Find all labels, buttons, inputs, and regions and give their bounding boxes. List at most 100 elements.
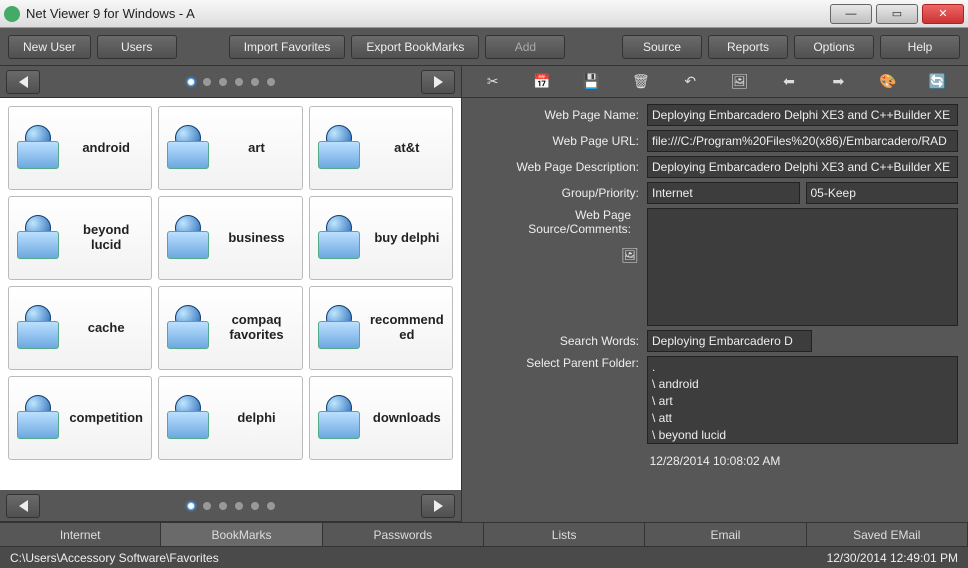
- tab-bookmarks[interactable]: BookMarks: [161, 523, 322, 546]
- folder-globe-icon: [165, 303, 211, 353]
- page-prev-bottom[interactable]: [6, 494, 40, 518]
- app-icon: [4, 6, 20, 22]
- folder-globe-icon: [15, 393, 61, 443]
- parent-folder-item[interactable]: .: [652, 359, 953, 376]
- bookmark-label: business: [217, 231, 295, 246]
- parent-folder-list[interactable]: .\ android\ art\ att\ beyond lucid: [647, 356, 958, 444]
- label-desc: Web Page Description:: [472, 160, 647, 174]
- image-insert-icon[interactable]: 🖼: [621, 246, 639, 264]
- parent-folder-item[interactable]: \ art: [652, 393, 953, 410]
- pager-dot[interactable]: [235, 78, 243, 86]
- source-button[interactable]: Source: [622, 35, 702, 59]
- save-icon[interactable]: 💾: [582, 73, 600, 91]
- bookmark-card[interactable]: competition: [8, 376, 152, 460]
- label-group: Group/Priority:: [472, 186, 647, 200]
- bookmark-label: beyond lucid: [67, 223, 145, 253]
- calendar-icon[interactable]: 📅: [533, 73, 551, 91]
- action-iconbar: ✂ 📅 💾 🗑 ↶ 🖼 ⬅ ➡ 🎨 🔄: [462, 66, 968, 98]
- name-input[interactable]: [647, 104, 958, 126]
- pager-dot[interactable]: [267, 502, 275, 510]
- tab-email[interactable]: Email: [645, 523, 806, 546]
- bookmark-label: compaq favorites: [217, 313, 295, 343]
- new-user-button[interactable]: New User: [8, 35, 91, 59]
- bookmark-card[interactable]: art: [158, 106, 302, 190]
- pager-dot[interactable]: [235, 502, 243, 510]
- bookmark-card[interactable]: android: [8, 106, 152, 190]
- parent-folder-item[interactable]: \ att: [652, 410, 953, 427]
- pager-dot[interactable]: [251, 502, 259, 510]
- parent-folder-item[interactable]: \ android: [652, 376, 953, 393]
- export-bookmarks-button[interactable]: Export BookMarks: [351, 35, 479, 59]
- image-icon[interactable]: 🖼: [731, 73, 749, 91]
- pager-dot[interactable]: [251, 78, 259, 86]
- import-favorites-button[interactable]: Import Favorites: [229, 35, 346, 59]
- reports-button[interactable]: Reports: [708, 35, 788, 59]
- desc-input[interactable]: [647, 156, 958, 178]
- status-path: C:\Users\Accessory Software\Favorites: [10, 551, 219, 565]
- bookmark-card[interactable]: downloads: [309, 376, 453, 460]
- label-source: Web Page Source/Comments:: [472, 208, 639, 236]
- tab-saved-email[interactable]: Saved EMail: [807, 523, 968, 546]
- folder-globe-icon: [165, 213, 211, 263]
- status-bar: C:\Users\Accessory Software\Favorites 12…: [0, 546, 968, 568]
- tab-internet[interactable]: Internet: [0, 523, 161, 546]
- options-button[interactable]: Options: [794, 35, 874, 59]
- tab-passwords[interactable]: Passwords: [323, 523, 484, 546]
- tab-lists[interactable]: Lists: [484, 523, 645, 546]
- pager-dot[interactable]: [219, 78, 227, 86]
- page-next-bottom[interactable]: [421, 494, 455, 518]
- source-textarea[interactable]: [647, 208, 958, 326]
- pager-dot[interactable]: [203, 78, 211, 86]
- bookmark-card[interactable]: delphi: [158, 376, 302, 460]
- folder-globe-icon: [316, 393, 362, 443]
- top-pager: [0, 66, 461, 98]
- bookmark-card[interactable]: at&t: [309, 106, 453, 190]
- bookmark-card[interactable]: cache: [8, 286, 152, 370]
- trash-icon[interactable]: 🗑: [632, 73, 650, 91]
- cut-icon[interactable]: ✂: [484, 73, 502, 91]
- bookmark-card[interactable]: recommended: [309, 286, 453, 370]
- pager-dot[interactable]: [203, 502, 211, 510]
- page-prev-top[interactable]: [6, 70, 40, 94]
- pager-dots-top: [187, 78, 275, 86]
- label-name: Web Page Name:: [472, 108, 647, 122]
- pager-dot[interactable]: [187, 502, 195, 510]
- bookmark-card[interactable]: buy delphi: [309, 196, 453, 280]
- folder-globe-icon: [15, 213, 61, 263]
- priority-select[interactable]: 05-Keep: [806, 182, 959, 204]
- arrow-left-icon[interactable]: ⬅: [780, 73, 798, 91]
- bookmark-label: delphi: [217, 411, 295, 426]
- pager-dot[interactable]: [219, 502, 227, 510]
- folder-globe-icon: [316, 123, 362, 173]
- bookmark-card[interactable]: compaq favorites: [158, 286, 302, 370]
- toolbar: New User Users Import Favorites Export B…: [0, 28, 968, 66]
- bookmark-label: recommended: [368, 313, 446, 343]
- bookmark-label: android: [67, 141, 145, 156]
- pager-dot[interactable]: [187, 78, 195, 86]
- label-parent: Select Parent Folder:: [472, 356, 647, 370]
- minimize-button[interactable]: —: [830, 4, 872, 24]
- search-input[interactable]: [647, 330, 812, 352]
- group-select[interactable]: Internet: [647, 182, 800, 204]
- detail-timestamp: 12/28/2014 10:08:02 AM: [462, 452, 968, 469]
- bookmark-card[interactable]: beyond lucid: [8, 196, 152, 280]
- close-button[interactable]: ✕: [922, 4, 964, 24]
- url-input[interactable]: [647, 130, 958, 152]
- bookmark-label: cache: [67, 321, 145, 336]
- bookmark-label: at&t: [368, 141, 446, 156]
- page-next-top[interactable]: [421, 70, 455, 94]
- arrow-right-icon[interactable]: ➡: [829, 73, 847, 91]
- bookmark-card[interactable]: business: [158, 196, 302, 280]
- parent-folder-item[interactable]: \ beyond lucid: [652, 427, 953, 444]
- folder-globe-icon: [316, 213, 362, 263]
- help-button[interactable]: Help: [880, 35, 960, 59]
- status-time: 12/30/2014 12:49:01 PM: [827, 551, 958, 565]
- users-button[interactable]: Users: [97, 35, 177, 59]
- undo-icon[interactable]: ↶: [681, 73, 699, 91]
- pager-dot[interactable]: [267, 78, 275, 86]
- refresh-icon[interactable]: 🔄: [928, 73, 946, 91]
- maximize-button[interactable]: ▭: [876, 4, 918, 24]
- label-url: Web Page URL:: [472, 134, 647, 148]
- add-button[interactable]: Add: [485, 35, 565, 59]
- color-icon[interactable]: 🎨: [879, 73, 897, 91]
